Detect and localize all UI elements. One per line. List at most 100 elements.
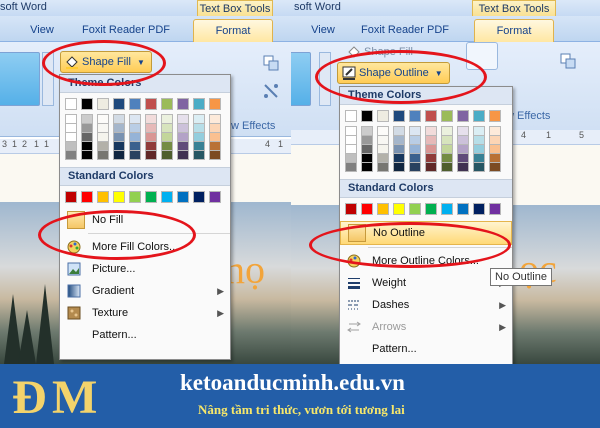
- theme-shade-swatch[interactable]: [97, 151, 109, 160]
- theme-shade-swatch[interactable]: [457, 163, 469, 172]
- menu-item-pattern[interactable]: Pattern...: [340, 338, 512, 360]
- theme-shade-swatch[interactable]: [65, 133, 77, 142]
- theme-shade-swatch[interactable]: [377, 136, 389, 145]
- menu-item-picture[interactable]: Picture...: [60, 258, 230, 280]
- theme-shade-swatch[interactable]: [393, 145, 405, 154]
- theme-shade-swatch[interactable]: [441, 154, 453, 163]
- theme-shade-swatch[interactable]: [209, 114, 221, 124]
- theme-shade-swatch[interactable]: [65, 114, 77, 124]
- theme-shade-swatch[interactable]: [161, 114, 173, 124]
- theme-shade-swatch[interactable]: [489, 136, 501, 145]
- theme-shade-swatch[interactable]: [425, 136, 437, 145]
- theme-shade-swatch[interactable]: [209, 142, 221, 151]
- theme-shade-swatch[interactable]: [193, 133, 205, 142]
- theme-shade-swatch[interactable]: [97, 142, 109, 151]
- standard-color-swatch[interactable]: [97, 191, 109, 203]
- theme-color-swatch[interactable]: [81, 98, 93, 110]
- theme-shade-swatch[interactable]: [393, 154, 405, 163]
- theme-shade-swatch[interactable]: [489, 145, 501, 154]
- theme-shade-swatch[interactable]: [161, 151, 173, 160]
- theme-color-swatch[interactable]: [489, 110, 501, 122]
- standard-color-swatch[interactable]: [177, 191, 189, 203]
- arrange-icon[interactable]: [262, 54, 280, 72]
- theme-shade-swatch[interactable]: [177, 133, 189, 142]
- theme-shade-swatch[interactable]: [97, 114, 109, 124]
- theme-shade-swatch[interactable]: [361, 126, 373, 136]
- theme-color-swatch[interactable]: [161, 98, 173, 110]
- theme-shade-swatch[interactable]: [81, 124, 93, 133]
- standard-color-swatch[interactable]: [457, 203, 469, 215]
- standard-color-swatch[interactable]: [65, 191, 77, 203]
- theme-shade-swatch[interactable]: [409, 126, 421, 136]
- theme-shade-swatch[interactable]: [129, 142, 141, 151]
- tab-view[interactable]: View: [305, 19, 341, 41]
- standard-color-swatch[interactable]: [393, 203, 405, 215]
- theme-shade-swatch[interactable]: [97, 133, 109, 142]
- theme-shade-swatch[interactable]: [161, 124, 173, 133]
- theme-shade-swatch[interactable]: [441, 163, 453, 172]
- theme-color-swatch[interactable]: [113, 98, 125, 110]
- theme-color-swatch[interactable]: [393, 110, 405, 122]
- standard-color-swatch[interactable]: [145, 191, 157, 203]
- theme-color-swatch[interactable]: [457, 110, 469, 122]
- theme-shade-swatch[interactable]: [393, 126, 405, 136]
- theme-shade-swatch[interactable]: [65, 124, 77, 133]
- standard-color-swatch[interactable]: [441, 203, 453, 215]
- theme-color-swatch[interactable]: [65, 98, 77, 110]
- standard-color-swatch[interactable]: [425, 203, 437, 215]
- theme-shade-swatch[interactable]: [441, 126, 453, 136]
- standard-color-swatch[interactable]: [193, 191, 205, 203]
- theme-shade-swatch[interactable]: [209, 151, 221, 160]
- theme-shade-swatch[interactable]: [193, 142, 205, 151]
- tab-format[interactable]: Format: [193, 19, 273, 42]
- theme-shade-swatch[interactable]: [377, 154, 389, 163]
- theme-shade-swatch[interactable]: [129, 114, 141, 124]
- arrange-icon[interactable]: [559, 52, 577, 70]
- theme-shade-swatch[interactable]: [457, 145, 469, 154]
- theme-shade-swatch[interactable]: [473, 136, 485, 145]
- standard-color-swatch[interactable]: [345, 203, 357, 215]
- theme-shade-swatch[interactable]: [473, 145, 485, 154]
- tab-foxit-reader-pdf[interactable]: Foxit Reader PDF: [351, 19, 459, 41]
- theme-shade-swatch[interactable]: [409, 163, 421, 172]
- theme-color-swatch[interactable]: [177, 98, 189, 110]
- theme-shade-swatch[interactable]: [361, 154, 373, 163]
- theme-color-swatch[interactable]: [145, 98, 157, 110]
- theme-shade-swatch[interactable]: [345, 126, 357, 136]
- theme-shade-swatch[interactable]: [129, 133, 141, 142]
- standard-color-swatch[interactable]: [377, 203, 389, 215]
- theme-shade-swatch[interactable]: [129, 151, 141, 160]
- theme-shade-swatch[interactable]: [161, 142, 173, 151]
- standard-color-swatch[interactable]: [81, 191, 93, 203]
- theme-shade-swatch[interactable]: [377, 126, 389, 136]
- theme-shade-swatch[interactable]: [145, 114, 157, 124]
- theme-shade-swatch[interactable]: [177, 124, 189, 133]
- theme-shade-swatch[interactable]: [457, 154, 469, 163]
- theme-shade-swatch[interactable]: [409, 136, 421, 145]
- shape-style-gallery[interactable]: [291, 52, 311, 106]
- theme-shade-swatch[interactable]: [425, 126, 437, 136]
- tab-format[interactable]: Format: [474, 19, 554, 42]
- theme-shade-swatch[interactable]: [489, 126, 501, 136]
- theme-shade-swatch[interactable]: [209, 124, 221, 133]
- theme-shade-swatch[interactable]: [441, 136, 453, 145]
- theme-shade-swatch[interactable]: [393, 163, 405, 172]
- theme-shade-swatch[interactable]: [193, 124, 205, 133]
- theme-shade-swatch[interactable]: [457, 136, 469, 145]
- theme-shade-swatch[interactable]: [65, 142, 77, 151]
- shape-style-gallery[interactable]: [0, 52, 40, 106]
- theme-shade-swatch[interactable]: [425, 154, 437, 163]
- theme-shade-swatch[interactable]: [129, 124, 141, 133]
- menu-item-dashes[interactable]: Dashes ▶: [340, 294, 512, 316]
- theme-shade-swatch[interactable]: [489, 163, 501, 172]
- theme-shade-swatch[interactable]: [81, 114, 93, 124]
- theme-shade-swatch[interactable]: [361, 163, 373, 172]
- standard-color-swatch[interactable]: [409, 203, 421, 215]
- theme-shade-swatch[interactable]: [457, 126, 469, 136]
- standard-color-swatch[interactable]: [129, 191, 141, 203]
- theme-shade-swatch[interactable]: [113, 142, 125, 151]
- standard-color-swatch[interactable]: [473, 203, 485, 215]
- theme-color-swatch[interactable]: [193, 98, 205, 110]
- theme-color-swatch[interactable]: [129, 98, 141, 110]
- theme-shade-swatch[interactable]: [97, 124, 109, 133]
